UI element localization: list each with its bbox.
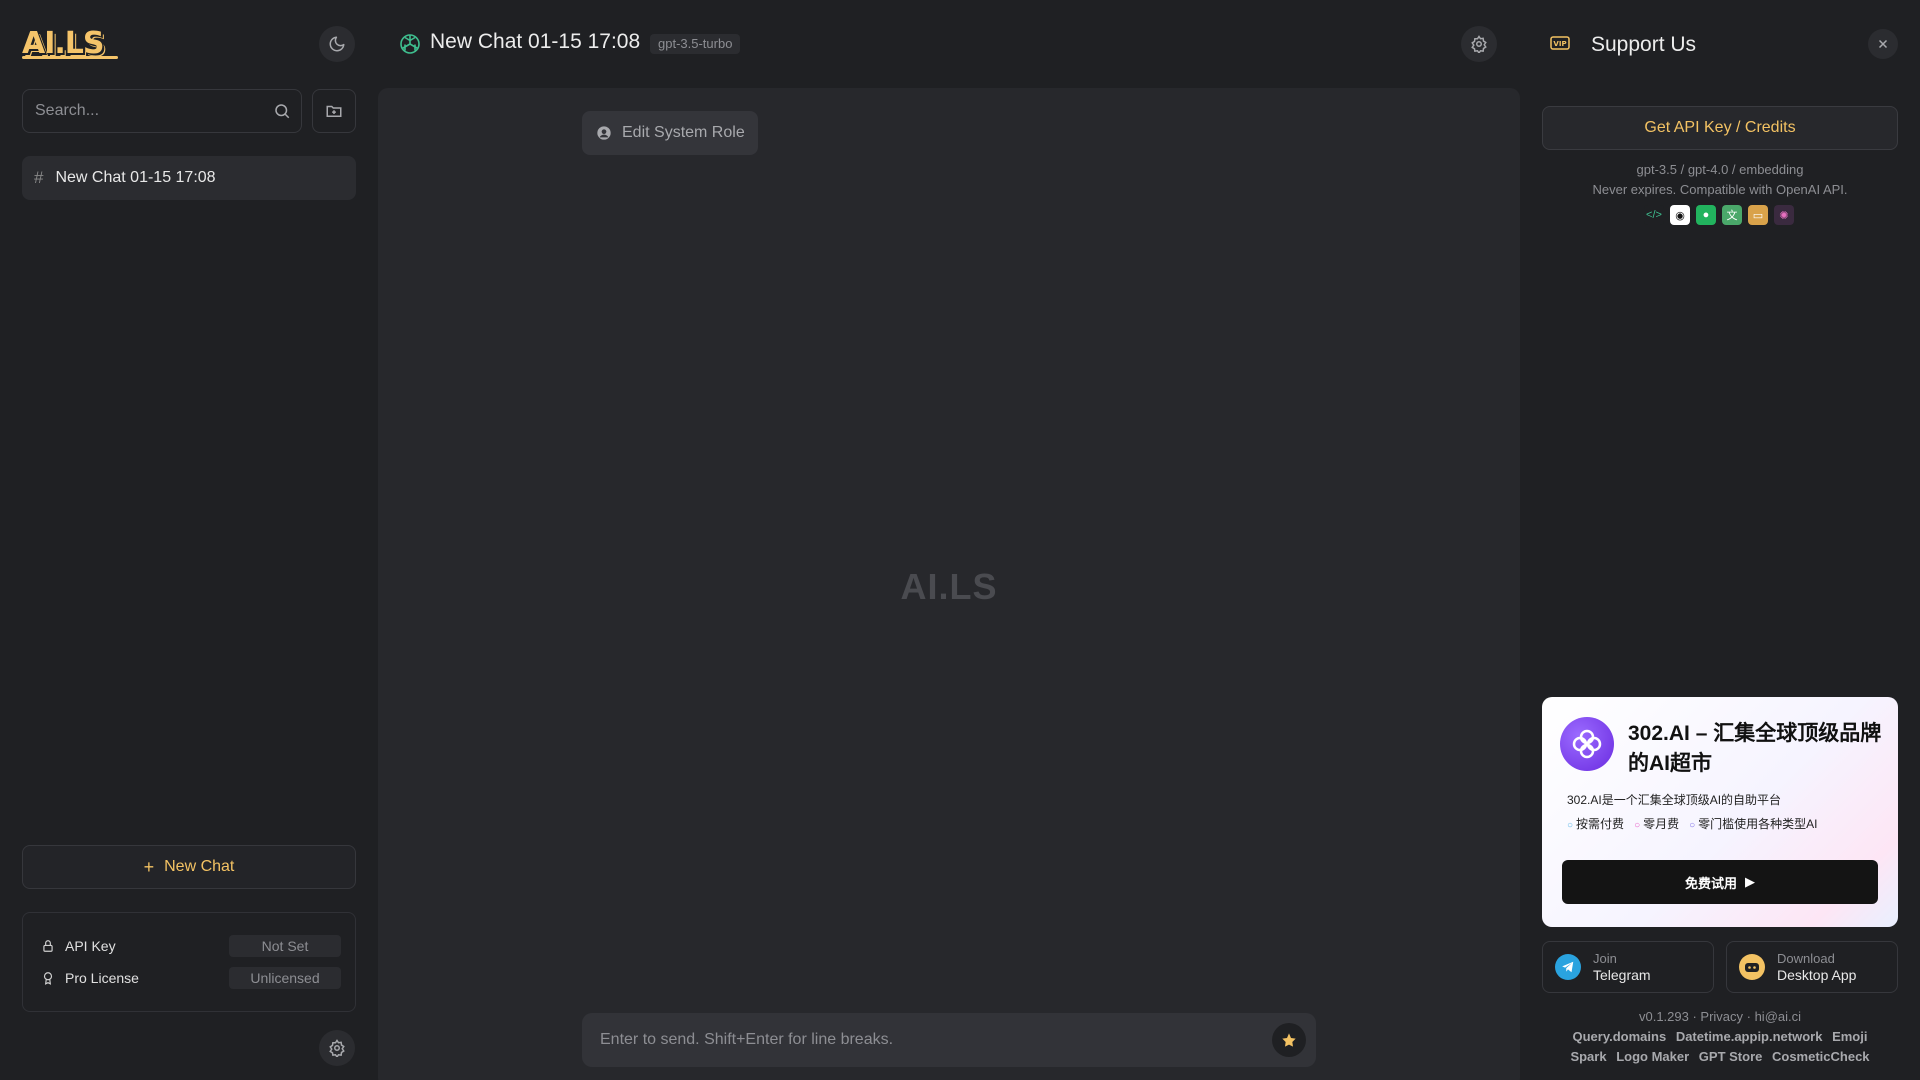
partner-links-row-2: Spark Logo Maker GPT Store CosmeticCheck (1542, 1049, 1898, 1064)
center-watermark: AI.LS (900, 566, 998, 607)
award-icon (43, 972, 53, 985)
sparkle-pin-icon (1282, 1033, 1296, 1047)
partner-links-row-1: Query.domains Datetime.appip.network Emo… (1542, 1029, 1898, 1044)
desktop-app-icon (1739, 954, 1765, 980)
svg-text:VIP: VIP (1553, 40, 1566, 48)
download-desktop-link[interactable]: Download Desktop App (1726, 941, 1898, 993)
version-privacy-line[interactable]: v0.1.293 · Privacy · hi@ai.ci (1542, 1009, 1898, 1024)
chat-bubble-icon[interactable]: ● (1696, 205, 1716, 225)
telegram-line1: Join (1593, 951, 1617, 966)
ad-description: 302.AI是一个汇集全球顶级AI的自助平台 (1567, 793, 1782, 807)
ad-tag: 零月费 (1634, 815, 1679, 832)
edit-system-role-button[interactable]: Edit System Role (582, 111, 758, 155)
plus-icon: + (143, 856, 155, 877)
send-button[interactable] (1272, 1023, 1306, 1057)
folder-plus-icon (326, 105, 342, 117)
chat-title-text: New Chat 01-15 17:08 (430, 30, 641, 53)
chat-settings-button[interactable] (1461, 26, 1497, 62)
partner-link[interactable]: Spark (1570, 1049, 1606, 1064)
api-models-text: gpt-3.5 / gpt-4.0 / embedding (1636, 162, 1804, 177)
ad-title: 302.AI – 汇集全球顶级品牌的AI超市 (1628, 722, 1882, 775)
lock-icon (43, 940, 53, 952)
telegram-line2: Telegram (1593, 967, 1651, 983)
model-badge[interactable]: gpt-3.5-turbo (650, 34, 741, 54)
hash-icon: # (34, 168, 44, 187)
free-trial-label: 免费试用 (1684, 875, 1737, 891)
new-chat-button[interactable]: + New Chat (22, 845, 356, 889)
translate-icon[interactable]: 文 (1722, 205, 1742, 225)
partner-link[interactable]: Emoji (1832, 1029, 1867, 1044)
user-circle-icon (597, 126, 611, 140)
302ai-logo-icon (1560, 717, 1614, 771)
message-composer (582, 1013, 1316, 1067)
desktop-line1: Download (1777, 951, 1835, 966)
pro-license-row[interactable]: Pro License Unlicensed (41, 967, 341, 989)
pro-license-label: Pro License (65, 970, 139, 986)
free-trial-button[interactable]: 免费试用 ▶ (1562, 860, 1878, 904)
close-support-button[interactable] (1868, 29, 1898, 59)
message-icon[interactable]: ▭ (1748, 205, 1768, 225)
theme-toggle-button[interactable] (319, 26, 355, 62)
partner-link[interactable]: Query.domains (1573, 1029, 1667, 1044)
close-icon (1878, 39, 1888, 49)
openai-purple-icon[interactable]: ✺ (1774, 205, 1794, 225)
play-icon: ▶ (1745, 874, 1755, 889)
partner-link[interactable]: GPT Store (1699, 1049, 1763, 1064)
telegram-text: Join Telegram (1593, 951, 1651, 983)
chat-title: New Chat 01-15 17:08 (430, 30, 640, 54)
compatible-apps: </> ◉ ● 文 ▭ ✺ (1644, 205, 1794, 225)
api-key-status-badge: Not Set (229, 935, 341, 957)
ad-tag: 按需付费 (1567, 815, 1624, 832)
ad-tag: 零门槛使用各种类型AI (1689, 815, 1817, 832)
openai-icon (400, 34, 420, 54)
search-icon[interactable] (273, 102, 291, 120)
edit-system-role-label: Edit System Role (622, 124, 745, 141)
sidebar-settings-button[interactable] (319, 1030, 355, 1066)
partner-link[interactable]: Logo Maker (1616, 1049, 1689, 1064)
gear-icon (1471, 35, 1487, 53)
302ai-ad-card[interactable]: 302.AI – 汇集全球顶级品牌的AI超市 302.AI是一个汇集全球顶级AI… (1542, 697, 1898, 927)
api-key-row[interactable]: API Key Not Set (41, 935, 341, 957)
gear-icon (329, 1039, 345, 1057)
desktop-text: Download Desktop App (1777, 951, 1856, 983)
desktop-line2: Desktop App (1777, 967, 1857, 983)
new-folder-button[interactable] (312, 89, 356, 133)
support-title: Support Us (1591, 33, 1697, 56)
partner-link[interactable]: Datetime.appip.network (1676, 1029, 1823, 1044)
vip-icon: VIP (1550, 36, 1570, 50)
partner-link[interactable]: CosmeticCheck (1772, 1049, 1870, 1064)
license-status-badge: Unlicensed (229, 967, 341, 989)
api-key-label: API Key (65, 938, 116, 954)
moon-icon (329, 36, 345, 52)
get-api-key-button[interactable]: Get API Key / Credits (1542, 106, 1898, 150)
chat-item-label: New Chat 01-15 17:08 (55, 169, 216, 186)
logo-underline (22, 56, 118, 59)
message-input[interactable] (600, 1013, 1240, 1067)
new-chat-label: New Chat (164, 858, 235, 875)
chat-list-item[interactable]: # New Chat 01-15 17:08 (22, 156, 356, 200)
left-sidebar: AI.LS # New Chat 01-15 17:08 + New Chat … (0, 0, 372, 1080)
ad-tags: 按需付费 零月费 零门槛使用各种类型AI (1567, 815, 1817, 832)
join-telegram-link[interactable]: Join Telegram (1542, 941, 1714, 993)
search-input[interactable] (35, 90, 265, 132)
account-status-card: API Key Not Set Pro License Unlicensed (22, 912, 356, 1012)
api-compat-text: Never expires. Compatible with OpenAI AP… (1592, 182, 1848, 197)
panda-icon[interactable]: ◉ (1670, 205, 1690, 225)
search-box (22, 89, 302, 133)
telegram-icon (1555, 954, 1581, 980)
code-icon[interactable]: </> (1644, 205, 1664, 225)
